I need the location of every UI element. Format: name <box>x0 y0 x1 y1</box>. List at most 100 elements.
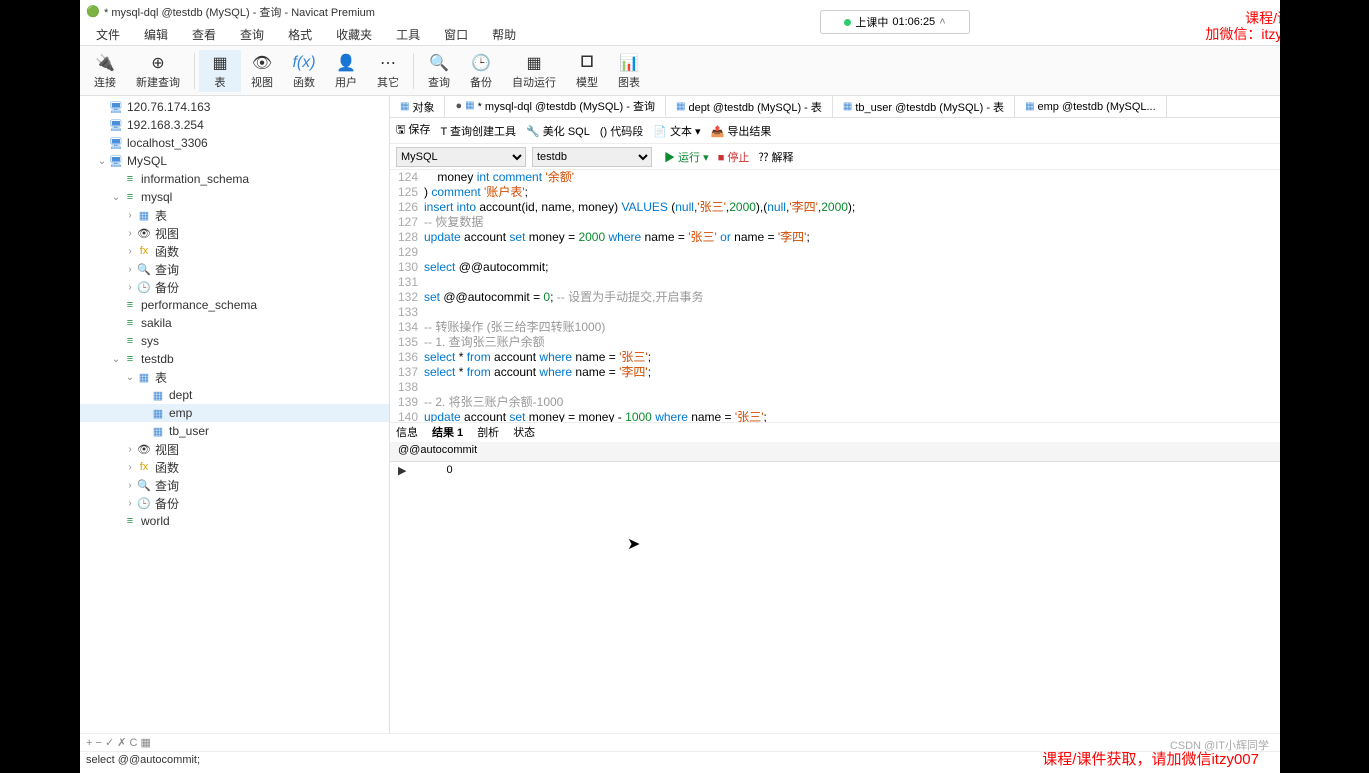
toolbar-备份[interactable]: 🕒备份 <box>460 50 502 92</box>
tree-item-192.168.3.254[interactable]: 🖥192.168.3.254 <box>80 116 389 134</box>
tree-item-备份[interactable]: ›🕒备份 <box>80 494 389 512</box>
menu-收藏夹[interactable]: 收藏夹 <box>324 26 384 43</box>
qtool-T 查询创建工具[interactable]: T 查询创建工具 <box>440 123 516 139</box>
tree-item-表[interactable]: ⌄▦表 <box>80 368 389 386</box>
tree-item-world[interactable]: ≡world <box>80 512 389 530</box>
connection-select[interactable]: MySQL <box>396 147 526 167</box>
sql-editor[interactable]: 回滚，恢复到上次数据更改的部分 提交，确认操作后不可回滚 124 money i… <box>390 170 1280 422</box>
code-line-129[interactable]: 129 <box>390 245 1280 260</box>
menu-工具[interactable]: 工具 <box>384 26 432 43</box>
code-line-132[interactable]: 132set @@autocommit = 0; -- 设置为手动提交,开启事务 <box>390 290 1280 305</box>
qtool-🔧 美化 SQL[interactable]: 🔧 美化 SQL <box>526 123 590 139</box>
tree-item-tb_user[interactable]: ▦tb_user <box>80 422 389 440</box>
code-line-124[interactable]: 124 money int comment '余额' <box>390 170 1280 185</box>
connection-tree[interactable]: 🖥120.76.174.163🖥192.168.3.254🖥localhost_… <box>80 96 390 733</box>
menu-帮助[interactable]: 帮助 <box>480 26 528 43</box>
result-header: @@autocommit <box>390 442 1280 462</box>
menu-编辑[interactable]: 编辑 <box>132 26 180 43</box>
code-line-137[interactable]: 137select * from account where name = '李… <box>390 365 1280 380</box>
menu-查询[interactable]: 查询 <box>228 26 276 43</box>
toolbar-用户[interactable]: 👤用户 <box>325 50 367 92</box>
run-button[interactable]: ▶ 运行 ▾ <box>664 152 709 164</box>
timer-label: 上课中 <box>855 14 888 30</box>
tab-emp @testdb (MySQL...[interactable]: ▦emp @testdb (MySQL... <box>1015 96 1167 117</box>
class-timer[interactable]: 上课中 01:06:25 ˄ <box>820 10 970 34</box>
code-line-138[interactable]: 138 <box>390 380 1280 395</box>
tree-item-sys[interactable]: ≡sys <box>80 332 389 350</box>
tree-item-performance_schema[interactable]: ≡performance_schema <box>80 296 389 314</box>
tab-dept @testdb (MySQL) - 表[interactable]: ▦dept @testdb (MySQL) - 表 <box>666 96 833 117</box>
toolbar-图表[interactable]: 📊图表 <box>608 50 650 92</box>
tree-item-dept[interactable]: ▦dept <box>80 386 389 404</box>
toolbar-连接[interactable]: 🔌连接 <box>84 50 126 92</box>
code-line-126[interactable]: 126insert into account(id, name, money) … <box>390 200 1280 215</box>
qtool-📄 文本 ▾[interactable]: 📄 文本 ▾ <box>653 123 700 139</box>
code-line-135[interactable]: 135-- 1. 查询张三账户余额 <box>390 335 1280 350</box>
toolbar-其它[interactable]: ⋯其它 <box>367 50 409 92</box>
menu-格式[interactable]: 格式 <box>276 26 324 43</box>
editor-tabs: ▦对象●▦* mysql-dql @testdb (MySQL) - 查询▦de… <box>390 96 1280 118</box>
result-tab-信息[interactable]: 信息 <box>396 424 418 440</box>
tree-item-mysql[interactable]: ⌄≡mysql <box>80 188 389 206</box>
code-line-130[interactable]: 130select @@autocommit; <box>390 260 1280 275</box>
code-line-140[interactable]: 140update account set money = money - 10… <box>390 410 1280 422</box>
toolbar-表[interactable]: ▦表 <box>199 50 241 92</box>
letterbox-right <box>1280 0 1369 773</box>
tree-item-emp[interactable]: ▦emp <box>80 404 389 422</box>
tree-item-函数[interactable]: ›fx函数 <box>80 242 389 260</box>
connection-row: MySQL testdb ▶ 运行 ▾ ■ 停止 ⁇ 解释 <box>390 144 1280 170</box>
toolbar-视图[interactable]: 👁视图 <box>241 50 283 92</box>
result-tab-结果 1[interactable]: 结果 1 <box>432 424 463 440</box>
tab-对象[interactable]: ▦对象 <box>390 96 445 117</box>
tree-item-备份[interactable]: ›🕒备份 <box>80 278 389 296</box>
app-window: 🟢 * mysql-dql @testdb (MySQL) - 查询 - Nav… <box>80 0 1280 773</box>
tree-item-testdb[interactable]: ⌄≡testdb <box>80 350 389 368</box>
tree-item-localhost_3306[interactable]: 🖥localhost_3306 <box>80 134 389 152</box>
tree-item-120.76.174.163[interactable]: 🖥120.76.174.163 <box>80 98 389 116</box>
tree-item-视图[interactable]: ›👁视图 <box>80 224 389 242</box>
tab-* mysql-dql @testdb (MySQL) - 查询[interactable]: ●▦* mysql-dql @testdb (MySQL) - 查询 <box>445 96 666 117</box>
tree-item-MySQL[interactable]: ⌄🖥MySQL <box>80 152 389 170</box>
result-tabs: 信息结果 1 剖析状态 <box>390 422 1280 442</box>
menu-窗口[interactable]: 窗口 <box>432 26 480 43</box>
menu-文件[interactable]: 文件 <box>84 26 132 43</box>
tree-item-表[interactable]: ›▦表 <box>80 206 389 224</box>
query-toolbar: 🖫 保存 T 查询创建工具 🔧 美化 SQL () 代码段 📄 文本 ▾ 📤 导出结果 <box>390 118 1280 144</box>
code-line-136[interactable]: 136select * from account where name = '张… <box>390 350 1280 365</box>
qtool-() 代码段[interactable]: () 代码段 <box>600 123 643 139</box>
code-line-139[interactable]: 139-- 2. 将张三账户余额-1000 <box>390 395 1280 410</box>
toolbar-新建查询[interactable]: ⊕新建查询 <box>126 50 190 92</box>
explain-button[interactable]: ⁇ 解释 <box>758 152 793 164</box>
qtool-🖫 保存[interactable]: 🖫 保存 <box>396 121 430 140</box>
tree-item-查询[interactable]: ›🔍查询 <box>80 476 389 494</box>
code-line-134[interactable]: 134-- 转账操作 (张三给李四转账1000) <box>390 320 1280 335</box>
main-toolbar: 🔌连接⊕新建查询▦表👁视图f(x)函数👤用户⋯其它🔍查询🕒备份▦自动运行🞑模型📊… <box>80 46 1280 96</box>
code-line-128[interactable]: 128update account set money = 2000 where… <box>390 230 1280 245</box>
qtool-📤 导出结果[interactable]: 📤 导出结果 <box>711 123 772 139</box>
row-indicator-icon: ▶ <box>398 464 406 480</box>
menu-查看[interactable]: 查看 <box>180 26 228 43</box>
code-line-127[interactable]: 127-- 恢复数据 <box>390 215 1280 230</box>
code-line-133[interactable]: 133 <box>390 305 1280 320</box>
run-buttons: ▶ 运行 ▾ ■ 停止 ⁇ 解释 <box>658 149 794 165</box>
tab-tb_user @testdb (MySQL) - 表[interactable]: ▦tb_user @testdb (MySQL) - 表 <box>833 96 1015 117</box>
tree-item-sakila[interactable]: ≡sakila <box>80 314 389 332</box>
code-line-125[interactable]: 125) comment '账户表'; <box>390 185 1280 200</box>
tree-item-视图[interactable]: ›👁视图 <box>80 440 389 458</box>
tree-item-查询[interactable]: ›🔍查询 <box>80 260 389 278</box>
result-value: 0 <box>446 464 452 480</box>
toolbar-函数[interactable]: f(x)函数 <box>283 50 325 92</box>
toolbar-模型[interactable]: 🞑模型 <box>566 50 608 92</box>
cursor-icon: ➤ <box>627 534 640 554</box>
toolbar-查询[interactable]: 🔍查询 <box>418 50 460 92</box>
result-tab-剖析[interactable]: 剖析 <box>477 424 499 440</box>
watermark: CSDN @IT小辉同学 <box>1170 737 1269 753</box>
stop-button[interactable]: ■ 停止 <box>718 152 750 164</box>
tree-item-information_schema[interactable]: ≡information_schema <box>80 170 389 188</box>
toolbar-自动运行[interactable]: ▦自动运行 <box>502 50 566 92</box>
code-line-131[interactable]: 131 <box>390 275 1280 290</box>
result-tab-状态[interactable]: 状态 <box>513 424 535 440</box>
tree-item-函数[interactable]: ›fx函数 <box>80 458 389 476</box>
app-icon: 🟢 <box>86 5 100 19</box>
schema-select[interactable]: testdb <box>532 147 652 167</box>
